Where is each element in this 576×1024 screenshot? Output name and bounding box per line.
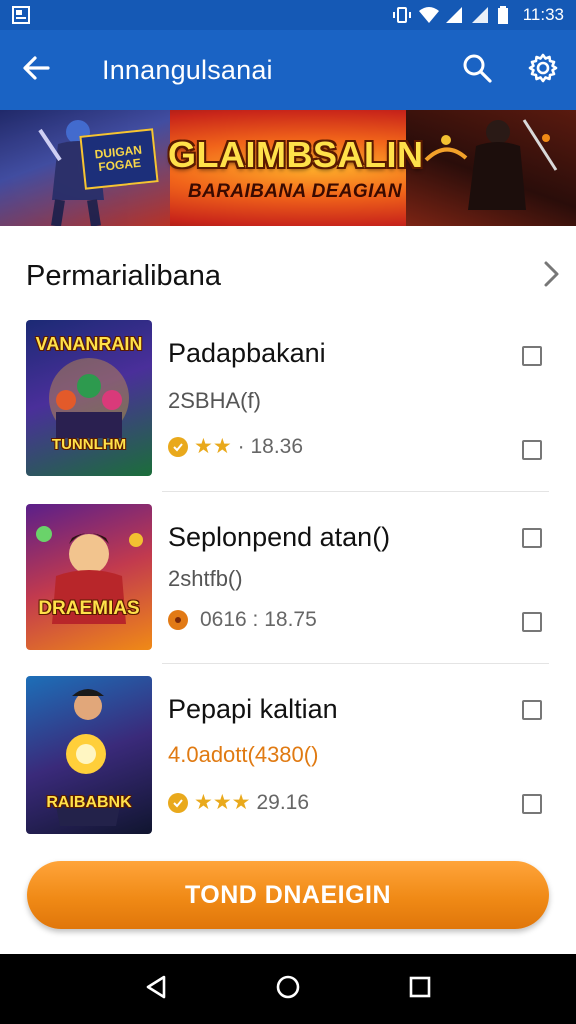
coin-icon	[168, 436, 188, 457]
nav-home-button[interactable]	[258, 959, 318, 1019]
secondary-checkbox[interactable]	[522, 440, 542, 460]
list-item[interactable]: RAIBABNK Pepapi kaltian 4.0adott(4380() …	[0, 672, 576, 834]
nav-recents-button[interactable]	[390, 959, 450, 1019]
secondary-checkbox[interactable]	[522, 794, 542, 814]
thumbnail-title-bottom: RAIBABNK	[46, 794, 132, 811]
select-checkbox[interactable]	[522, 346, 542, 366]
section-title: Permarialibana	[26, 259, 222, 292]
select-checkbox[interactable]	[522, 700, 542, 720]
divider	[162, 491, 549, 492]
item-title: Pepapi kaltian	[168, 694, 338, 724]
item-meta: ★★★ 29.16	[168, 790, 309, 815]
item-subtitle: 2shtfb()	[168, 566, 243, 591]
system-nav-bar	[0, 954, 576, 1024]
divider	[162, 663, 549, 664]
item-title: Padapbakani	[168, 338, 326, 368]
back-button[interactable]	[0, 30, 72, 110]
banner-hero-right-image	[406, 110, 576, 226]
search-button[interactable]	[444, 30, 510, 110]
circle-home-icon	[275, 974, 301, 1005]
game-thumbnail: VANANRAIN TUNNLHM	[26, 320, 152, 476]
item-subtitle: 2SBHA(f)	[168, 388, 261, 413]
battery-icon	[497, 6, 515, 24]
promo-banner[interactable]: DUIGAN FOGAE GLAIMBSALIN BARAIBANA DEAGI…	[0, 110, 576, 226]
rating-stars: ★★★	[194, 791, 251, 814]
banner-title: GLAIMBSALIN	[168, 134, 424, 175]
wifi-icon	[418, 6, 439, 24]
gear-icon	[528, 53, 558, 88]
coin-icon	[168, 610, 188, 630]
secondary-checkbox[interactable]	[522, 612, 542, 632]
banner-badge: DUIGAN FOGAE	[79, 128, 159, 190]
thumbnail-title-bottom: TUNNLHM	[51, 436, 127, 453]
game-thumbnail: DRAEMIAS	[26, 504, 152, 650]
chevron-right-icon	[542, 260, 560, 293]
app-bar: Innangulsanai	[0, 30, 576, 110]
item-meta-value: 0616 : 18.75	[200, 608, 317, 631]
signal-icon	[445, 6, 463, 24]
settings-button[interactable]	[510, 30, 576, 110]
back-arrow-icon	[22, 54, 50, 87]
game-thumbnail: RAIBABNK	[26, 676, 152, 834]
status-time: 11:33	[522, 5, 564, 24]
item-title: Seplonpend atan()	[168, 522, 391, 552]
item-subtitle: 4.0adott(4380()	[168, 742, 319, 767]
status-right: 11:33	[392, 5, 564, 25]
signal-2-icon	[471, 6, 489, 24]
app-title: Innangulsanai	[102, 54, 273, 85]
coin-icon	[168, 792, 188, 813]
list-item[interactable]: VANANRAIN TUNNLHM Padapbakani 2SBHA(f) ★…	[0, 318, 576, 478]
item-meta-value: · 18.36	[237, 434, 304, 458]
select-checkbox[interactable]	[522, 528, 542, 548]
vibrate-icon	[392, 6, 411, 24]
status-bar: 11:33	[0, 0, 576, 30]
banner-subtitle: BARAIBANA DEAGIAN	[188, 181, 403, 202]
item-meta: 0616 : 18.75	[168, 608, 317, 632]
square-recents-icon	[409, 976, 431, 1003]
item-meta: ★★ · 18.36	[168, 434, 303, 459]
rating-stars: ★★	[194, 435, 232, 458]
nav-back-button[interactable]	[126, 959, 186, 1019]
list-item[interactable]: DRAEMIAS Seplonpend atan() 2shtfb() 0616…	[0, 500, 576, 660]
thumbnail-title-top: VANANRAIN	[35, 334, 143, 354]
thumbnail-title-bottom: DRAEMIAS	[38, 598, 140, 619]
primary-action-button[interactable]: TOND DNAEIGIN	[27, 861, 549, 929]
notification-icon	[12, 6, 30, 24]
banner-badge-line2: FOGAE	[97, 155, 142, 175]
section-header[interactable]: Permarialibana	[0, 240, 576, 312]
search-icon	[462, 53, 492, 88]
item-meta-value: 29.16	[256, 790, 310, 814]
triangle-back-icon	[144, 974, 168, 1005]
status-left	[12, 6, 30, 24]
section-more-button[interactable]	[526, 246, 576, 306]
